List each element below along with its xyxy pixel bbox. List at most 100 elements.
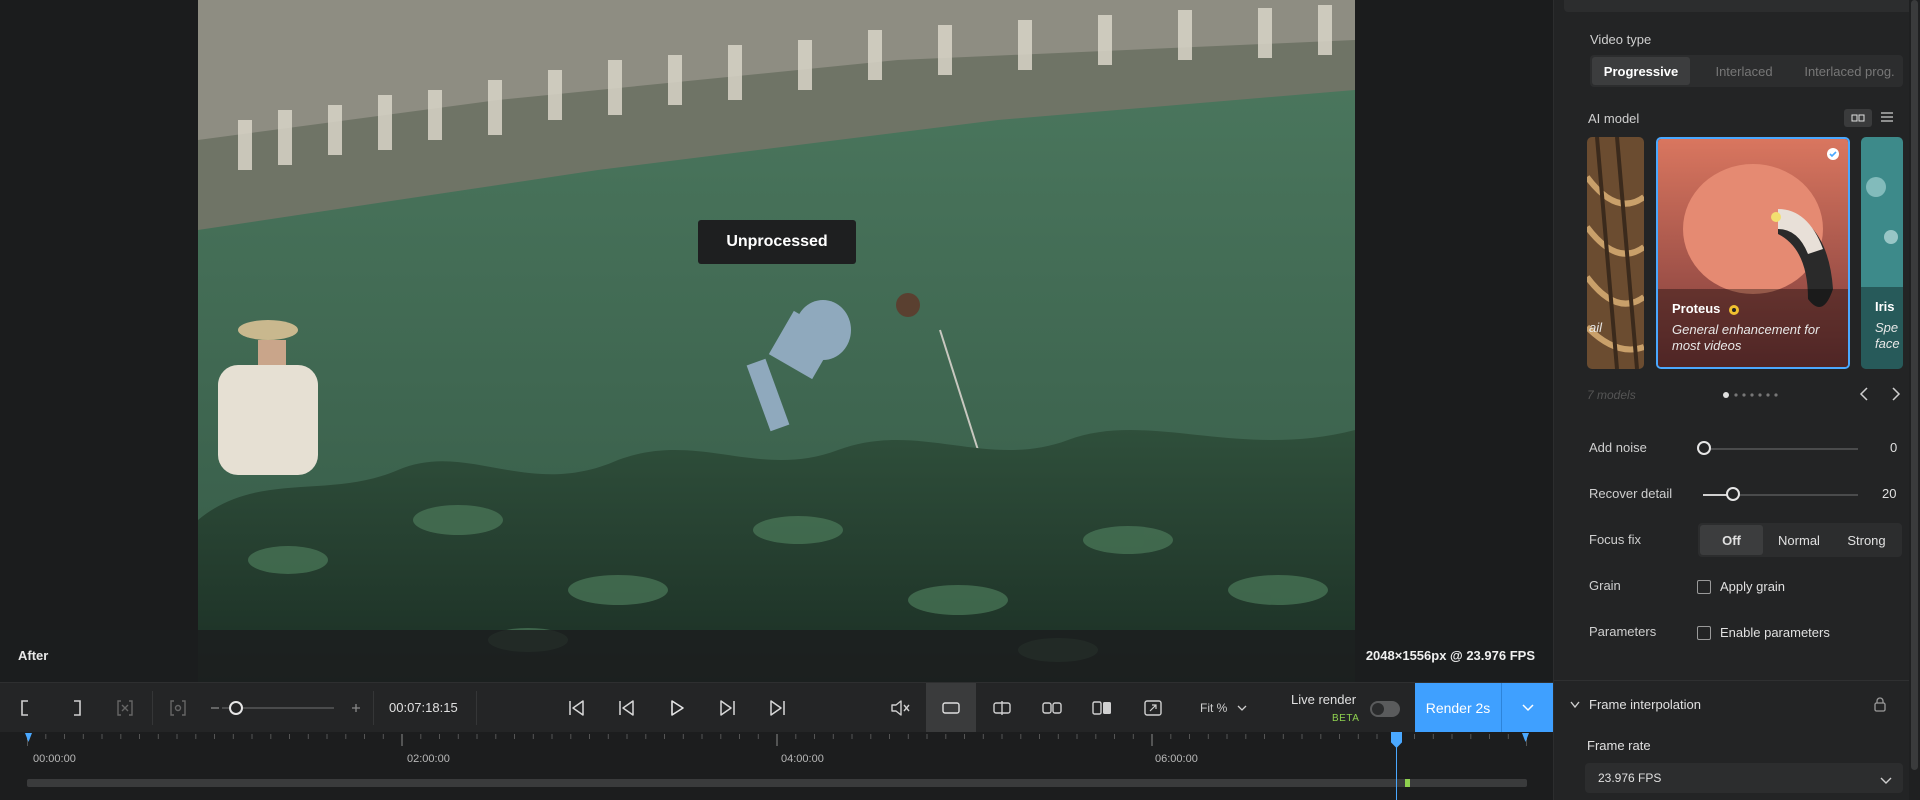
bracket-close-icon: [74, 700, 81, 716]
clear-bracket-icon: [117, 700, 133, 716]
focus-fix-off[interactable]: Off: [1700, 525, 1763, 555]
speaker-muted-icon: [891, 700, 910, 716]
render-button[interactable]: Render 2s: [1415, 683, 1501, 733]
model-title: Proteus: [1672, 301, 1740, 316]
chevron-left-icon: [1859, 387, 1868, 401]
set-out-point-button[interactable]: [66, 683, 88, 733]
focus-fix-normal[interactable]: Normal: [1765, 523, 1833, 557]
frame-interpolation-toggle[interactable]: [1569, 698, 1581, 710]
model-card-iris[interactable]: Iris Spe face: [1861, 137, 1903, 369]
zoom-out-button[interactable]: [208, 683, 222, 733]
single-view-icon-wrap: [926, 683, 976, 733]
timeline[interactable]: [0, 732, 1553, 800]
render-range-marker: [1405, 779, 1410, 787]
recover-detail-knob[interactable]: [1726, 487, 1740, 501]
timecode: 00:07:18:15: [389, 700, 458, 715]
video-type-label: Video type: [1590, 32, 1652, 47]
frame-rate-label: Frame rate: [1587, 738, 1651, 753]
video-image: [198, 0, 1355, 682]
transport-bar: 00:07:18:15 Fit % Live render BETA Rende…: [0, 682, 1553, 733]
model-description: Spe face: [1875, 320, 1900, 351]
focus-fix-strong[interactable]: Strong: [1833, 523, 1900, 557]
zoom-bracket-icon: [170, 700, 186, 716]
time-label: 04:00:00: [781, 753, 824, 765]
fullscreen-preview-button[interactable]: [1141, 683, 1165, 733]
unprocessed-badge: Unprocessed: [698, 220, 856, 264]
selected-check-icon: [1827, 148, 1839, 160]
timeline-track[interactable]: [27, 779, 1527, 787]
time-label: 00:00:00: [33, 753, 76, 765]
chevron-right-icon: [1892, 387, 1901, 401]
recover-detail-value[interactable]: 20: [1882, 486, 1896, 501]
add-noise-knob[interactable]: [1697, 441, 1711, 455]
frame-interpolation-label[interactable]: Frame interpolation: [1589, 697, 1701, 712]
render-options-button[interactable]: [1501, 683, 1553, 733]
compare-icon: [1092, 701, 1111, 715]
apply-grain-checkbox[interactable]: [1697, 580, 1711, 594]
add-noise-slider[interactable]: [1703, 448, 1858, 450]
grid-view-button[interactable]: [1844, 109, 1872, 127]
preview-info-bar: [0, 630, 1553, 682]
model-description: General enhancement for most videos: [1672, 322, 1820, 353]
model-card-proteus[interactable]: Proteus General enhancement for most vid…: [1656, 137, 1850, 369]
separator: [373, 691, 374, 725]
parameters-label: Parameters: [1589, 624, 1657, 639]
zoom-fit-select[interactable]: Fit %: [1200, 683, 1247, 733]
section-divider: [1554, 680, 1920, 681]
set-in-point-button[interactable]: [14, 683, 36, 733]
timeline-zoom-knob[interactable]: [229, 701, 243, 715]
grain-label: Grain: [1589, 578, 1621, 593]
split-view-button[interactable]: [990, 683, 1014, 733]
time-label: 06:00:00: [1155, 753, 1198, 765]
lock-button[interactable]: [1873, 696, 1887, 712]
carousel-dots[interactable]: [1722, 391, 1782, 399]
previous-frame-button[interactable]: [615, 683, 639, 733]
star-badge-icon: [1729, 304, 1740, 315]
timeline-ruler: [27, 734, 1527, 746]
single-view-icon: [942, 702, 960, 714]
next-frame-button[interactable]: [715, 683, 739, 733]
video-type-interlaced[interactable]: Interlaced: [1692, 55, 1796, 87]
expand-frame-icon: [1144, 700, 1162, 716]
live-render-toggle[interactable]: [1370, 701, 1400, 717]
lock-icon: [1874, 697, 1886, 712]
model-count: 7 models: [1587, 388, 1636, 402]
plus-icon: [352, 704, 360, 712]
focus-fix-selector: Off Normal Strong: [1698, 523, 1902, 557]
play-icon: [671, 700, 684, 716]
side-by-side-button[interactable]: [1040, 683, 1064, 733]
clear-range-button[interactable]: [113, 683, 137, 733]
split-view-icon: [993, 701, 1011, 715]
apply-grain-label[interactable]: Apply grain: [1720, 579, 1785, 594]
mute-button[interactable]: [888, 683, 912, 733]
add-noise-label: Add noise: [1589, 440, 1647, 455]
skip-start-icon: [569, 700, 584, 716]
beta-badge: BETA: [1332, 713, 1360, 724]
panel-scrollbar-thumb[interactable]: [1911, 0, 1918, 770]
video-type-progressive[interactable]: Progressive: [1592, 57, 1690, 85]
video-type-selector: Progressive Interlaced Interlaced prog.: [1590, 55, 1903, 87]
time-label: 02:00:00: [407, 753, 450, 765]
model-card-prev[interactable]: ail: [1587, 137, 1644, 369]
after-label: After: [18, 648, 49, 663]
compare-models-button[interactable]: [1090, 683, 1114, 733]
go-to-end-button[interactable]: [765, 683, 789, 733]
go-to-start-button[interactable]: [565, 683, 589, 733]
video-type-interlaced-prog[interactable]: Interlaced prog.: [1796, 55, 1903, 87]
fit-label: Fit %: [1200, 701, 1228, 715]
enable-parameters-label[interactable]: Enable parameters: [1720, 625, 1830, 640]
model-description: ail: [1589, 320, 1603, 335]
enable-parameters-checkbox[interactable]: [1697, 626, 1711, 640]
list-view-icon: [1881, 112, 1893, 122]
add-noise-value[interactable]: 0: [1890, 440, 1897, 455]
video-frame[interactable]: [198, 0, 1355, 682]
play-button[interactable]: [665, 683, 689, 733]
chevron-down-icon: [1521, 704, 1534, 712]
zoom-to-range-button[interactable]: [166, 683, 190, 733]
carousel-prev-button[interactable]: [1858, 386, 1874, 402]
chevron-down-icon: [1880, 777, 1892, 784]
carousel-next-button[interactable]: [1890, 386, 1906, 402]
model-title: Iris: [1875, 299, 1895, 314]
list-view-button[interactable]: [1880, 111, 1896, 125]
zoom-in-button[interactable]: [349, 683, 363, 733]
